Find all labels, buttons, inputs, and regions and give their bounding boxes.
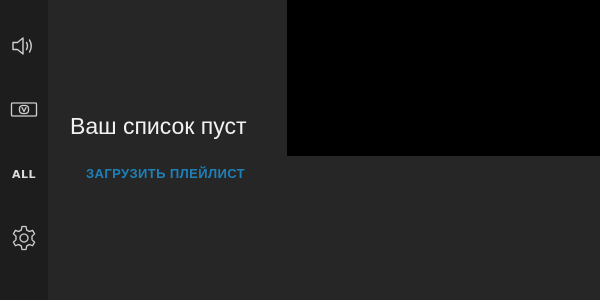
tv-icon xyxy=(10,101,38,119)
video-preview[interactable] xyxy=(287,0,600,156)
load-playlist-button[interactable]: ЗАГРУЗИТЬ ПЛЕЙЛИСТ xyxy=(86,166,245,181)
sidebar-item-all-label: ALL xyxy=(11,167,37,181)
volume-icon xyxy=(11,34,37,58)
sidebar: ALL xyxy=(0,0,48,300)
empty-list-message: Ваш список пуст xyxy=(70,113,247,139)
settings-icon xyxy=(10,224,38,252)
sidebar-item-all[interactable]: ALL xyxy=(0,154,48,194)
sidebar-item-tv[interactable] xyxy=(0,90,48,130)
sidebar-item-volume[interactable] xyxy=(0,26,48,66)
sidebar-item-settings[interactable] xyxy=(0,218,48,258)
app-window: ALL Ваш список пуст ЗАГРУЗИТЬ ПЛЕЙЛИСТ xyxy=(0,0,600,300)
